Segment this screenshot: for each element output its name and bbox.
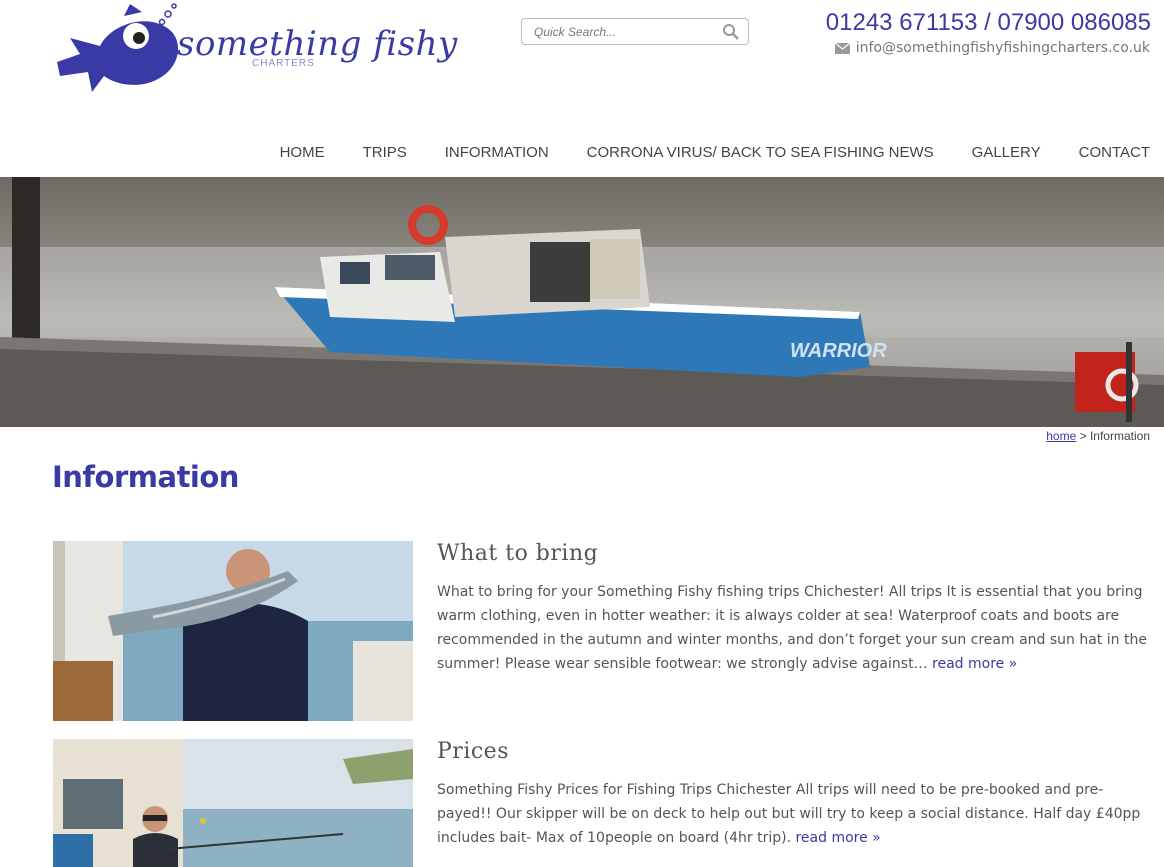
page-title: Information: [52, 460, 239, 494]
article-title[interactable]: Prices: [437, 739, 1153, 764]
article-thumbnail[interactable]: [53, 541, 413, 721]
boat-name-text: WARRIOR: [790, 340, 887, 362]
search-icon[interactable]: [722, 23, 740, 41]
search-input[interactable]: [522, 19, 702, 44]
nav-trips[interactable]: TRIPS: [363, 144, 407, 161]
hero-banner-image: WARRIOR: [0, 177, 1164, 427]
logo-subtitle: CHARTERS: [252, 58, 315, 69]
breadcrumb-home-link[interactable]: home: [1046, 429, 1076, 443]
nav-corona-news[interactable]: CORRONA VIRUS/ BACK TO SEA FISHING NEWS: [587, 144, 934, 161]
logo-text: something fishy: [177, 24, 458, 64]
article-excerpt: Something Fishy Prices for Fishing Trips…: [437, 778, 1153, 850]
article-prices: Prices Something Fishy Prices for Fishin…: [53, 739, 1153, 867]
fish-logo-icon: [57, 3, 179, 93]
breadcrumb: home > Information: [1046, 429, 1150, 443]
email-contact[interactable]: info@somethingfishyfishingcharters.co.uk: [834, 40, 1150, 56]
main-nav: HOME TRIPS INFORMATION CORRONA VIRUS/ BA…: [280, 144, 1150, 161]
article-excerpt-text: Something Fishy Prices for Fishing Trips…: [437, 782, 1141, 846]
article-body: Prices Something Fishy Prices for Fishin…: [437, 739, 1153, 850]
email-address: info@somethingfishyfishingcharters.co.uk: [855, 40, 1150, 56]
nav-information[interactable]: INFORMATION: [445, 144, 549, 161]
breadcrumb-current: Information: [1089, 429, 1150, 443]
nav-gallery[interactable]: GALLERY: [972, 144, 1041, 161]
envelope-icon: [834, 42, 850, 54]
article-excerpt: What to bring for your Something Fishy f…: [437, 580, 1153, 676]
article-title[interactable]: What to bring: [437, 541, 1153, 566]
site-logo[interactable]: something fishy CHARTERS: [52, 2, 457, 102]
nav-home[interactable]: HOME: [280, 144, 325, 161]
article-thumbnail[interactable]: [53, 739, 413, 867]
article-what-to-bring: What to bring What to bring for your Som…: [53, 541, 1153, 721]
read-more-link[interactable]: read more »: [795, 830, 880, 846]
nav-contact[interactable]: CONTACT: [1079, 144, 1150, 161]
phone-numbers[interactable]: 01243 671153 / 07900 086085: [826, 9, 1151, 37]
read-more-link[interactable]: read more »: [932, 656, 1017, 672]
article-excerpt-text: What to bring for your Something Fishy f…: [437, 584, 1147, 672]
breadcrumb-separator: >: [1079, 429, 1087, 443]
quick-search: [521, 18, 749, 45]
article-body: What to bring What to bring for your Som…: [437, 541, 1153, 676]
